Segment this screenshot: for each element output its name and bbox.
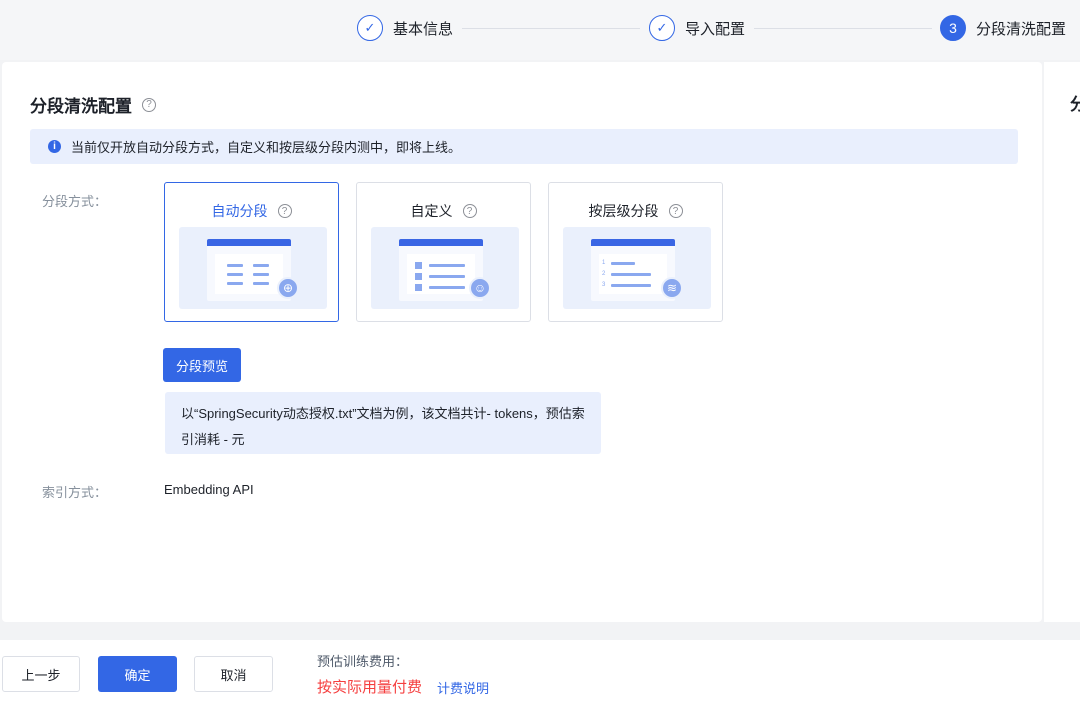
step-label: 导入配置: [685, 20, 746, 38]
prev-step-button[interactable]: 上一步: [2, 656, 80, 692]
info-banner: i 当前仅开放自动分段方式，自定义和按层级分段内测中，即将上线。: [30, 129, 1018, 164]
step-label: 分段清洗配置: [976, 20, 1067, 38]
help-icon[interactable]: ?: [277, 204, 292, 218]
option-title: 自定义 ?: [357, 201, 530, 221]
cancel-button[interactable]: 取消: [194, 656, 273, 692]
card-title-text: 分段清洗配置: [30, 97, 132, 116]
option-title: 自动分段 ?: [165, 201, 338, 221]
footer-bar: 上一步 确定 取消 预估训练费用： 按实际用量付费 计费说明: [0, 640, 1080, 707]
option-hierarchy-segment[interactable]: 按层级分段 ? 1 2 3 ≋: [548, 182, 723, 322]
confirm-button[interactable]: 确定: [98, 656, 177, 692]
step-basic-info[interactable]: ✓ 基本信息: [357, 15, 453, 41]
help-icon[interactable]: ?: [142, 97, 156, 112]
step-segment-config[interactable]: 3 分段清洗配置: [940, 15, 1066, 41]
help-icon[interactable]: ?: [668, 204, 683, 218]
custom-illustration: ☺: [371, 227, 519, 309]
step-divider: [754, 28, 932, 29]
index-method-value: Embedding API: [164, 482, 254, 497]
option-auto-segment[interactable]: 自动分段 ? ⊕: [164, 182, 339, 322]
steps-bar: ✓ 基本信息 ✓ 导入配置 3 分段清洗配置: [0, 0, 1080, 60]
option-label: 按层级分段: [588, 203, 659, 219]
fee-label: 预估训练费用：: [317, 654, 409, 669]
info-icon: i: [48, 140, 61, 153]
step-label: 基本信息: [393, 20, 454, 38]
step-divider: [462, 28, 640, 29]
check-icon: ✓: [649, 15, 675, 41]
step-number-icon: 3: [940, 15, 966, 41]
billing-info-link[interactable]: 计费说明: [437, 678, 489, 697]
segment-config-card: 分段清洗配置 ? i 当前仅开放自动分段方式，自定义和按层级分段内测中，即将上线…: [2, 62, 1042, 622]
auto-segment-illustration: ⊕: [179, 227, 327, 309]
index-method-label: 索引方式：: [42, 485, 108, 500]
step-import-config[interactable]: ✓ 导入配置: [649, 15, 745, 41]
fee-value: 按实际用量付费: [317, 679, 423, 696]
layers-icon: ≋: [661, 277, 683, 299]
user-icon: ☺: [469, 277, 491, 299]
option-label: 自动分段: [211, 203, 268, 219]
option-custom[interactable]: 自定义 ? ☺: [356, 182, 531, 322]
segment-method-label: 分段方式：: [42, 194, 108, 209]
card-title: 分段清洗配置 ?: [30, 92, 156, 117]
segment-preview-button[interactable]: 分段预览: [163, 348, 241, 382]
check-icon: ✓: [357, 15, 383, 41]
preview-estimate-note: 以“SpringSecurity动态授权.txt”文档为例，该文档共计- tok…: [165, 392, 601, 454]
option-title: 按层级分段 ?: [549, 201, 722, 221]
hierarchy-illustration: 1 2 3 ≋: [563, 227, 711, 309]
info-text: 当前仅开放自动分段方式，自定义和按层级分段内测中，即将上线。: [71, 140, 462, 155]
option-label: 自定义: [410, 203, 453, 219]
right-panel: 分: [1044, 62, 1080, 622]
help-icon[interactable]: ?: [462, 204, 477, 218]
target-icon: ⊕: [277, 277, 299, 299]
right-panel-title: 分: [1070, 95, 1080, 114]
